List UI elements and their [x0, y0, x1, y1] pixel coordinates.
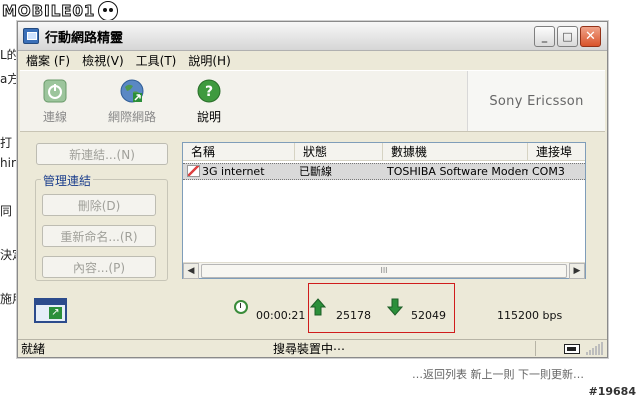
menu-file[interactable]: 檔案 (F) [20, 52, 76, 69]
group-title: 管理連結 [41, 172, 94, 189]
bg-text-fragment: 打 [0, 136, 13, 150]
row-name: 3G internet [202, 165, 265, 178]
globe-icon [120, 79, 144, 103]
delete-button[interactable]: 刪除(D) [42, 194, 156, 216]
bg-bottom-links: …返回列表 新上一則 下一則更新… [412, 368, 584, 381]
column-port[interactable]: 連接埠 [528, 143, 585, 160]
post-id: #19684 [588, 385, 637, 398]
status-ready: 就緒 [21, 342, 46, 356]
bg-text-fragment: 同 [0, 204, 13, 218]
app-window: 行動網路精靈 _ □ ✕ 檔案 (F) 檢視(V) 工具(T) 說明(H) 連線 [17, 21, 608, 358]
elapsed-time: 00:00:21 [256, 309, 306, 322]
scroll-right-icon[interactable]: ▶ [569, 262, 585, 279]
scroll-left-icon[interactable]: ◀ [183, 262, 199, 279]
power-icon [43, 79, 67, 103]
list-header: 名稱 狀態 數據機 連接埠 [183, 143, 585, 161]
logo-face-icon [98, 1, 119, 21]
minimize-button[interactable]: _ [534, 25, 555, 47]
brand-logo: Sony Ericsson [467, 71, 605, 131]
row-name-cell: 3G internet [183, 164, 295, 179]
window-title: 行動網路精靈 [45, 30, 124, 46]
manage-connections-group: 管理連結 刪除(D) 重新命名...(R) 內容...(P) [35, 172, 168, 281]
clock-icon [234, 300, 248, 314]
menu-help[interactable]: 說明(H) [182, 52, 236, 69]
connect-button[interactable]: 連線 [26, 71, 84, 125]
maximize-button[interactable]: □ [557, 25, 578, 47]
menu-bar: 檔案 (F) 檢視(V) 工具(T) 說明(H) [18, 51, 607, 70]
status-indicators [539, 342, 607, 355]
table-row[interactable]: 3G internet 已斷線 TOSHIBA Software Modem C… [183, 163, 585, 180]
scroll-grip: III [380, 266, 388, 275]
app-icon [23, 28, 39, 44]
status-bar: 就緒 搜尋裝置中⋯ [18, 339, 607, 357]
svg-text:?: ? [205, 84, 213, 100]
row-port: COM3 [532, 165, 565, 178]
signal-strength-icon [586, 342, 603, 355]
bg-text-fragment: L的 [0, 48, 19, 62]
disconnected-icon [187, 165, 200, 177]
toolbar: 連線 網際網路 ? 說明 Sony Ericsson [20, 70, 605, 132]
column-name[interactable]: 名稱 [183, 143, 295, 160]
status-divider [535, 341, 536, 356]
properties-button[interactable]: 內容...(P) [42, 256, 156, 278]
new-connection-button[interactable]: 新連結...(N) [36, 143, 168, 165]
rename-button[interactable]: 重新命名...(R) [42, 225, 156, 247]
help-button[interactable]: ? 說明 [180, 71, 238, 125]
internet-button[interactable]: 網際網路 [90, 71, 174, 125]
scroll-track[interactable]: III [199, 263, 569, 278]
scroll-thumb[interactable]: III [201, 263, 567, 278]
close-button[interactable]: ✕ [580, 25, 601, 47]
bg-text-fragment: hir [0, 156, 16, 170]
help-label: 說明 [196, 110, 221, 124]
row-status: 已斷線 [299, 165, 332, 178]
battery-icon [564, 343, 580, 354]
connect-label: 連線 [42, 110, 67, 124]
site-logo: MOBILE01 [1, 1, 126, 21]
horizontal-scrollbar[interactable]: ◀ III ▶ [183, 262, 585, 279]
internet-label: 網際網路 [107, 110, 156, 124]
column-modem[interactable]: 數據機 [383, 143, 528, 160]
site-logo-text: MOBILE01 [1, 2, 96, 21]
menu-tools[interactable]: 工具(T) [130, 52, 183, 69]
row-modem: TOSHIBA Software Modem [387, 165, 528, 178]
column-status[interactable]: 狀態 [295, 143, 383, 160]
highlight-box [308, 283, 455, 333]
title-bar[interactable]: 行動網路精靈 _ □ ✕ [18, 22, 607, 51]
connection-speed: 115200 bps [497, 309, 563, 322]
help-icon: ? [197, 79, 221, 103]
connections-list: 名稱 狀態 數據機 連接埠 3G internet 已斷線 TOSHIBA So… [182, 142, 586, 279]
status-searching: 搜尋裝置中⋯ [273, 342, 346, 356]
menu-view[interactable]: 檢視(V) [76, 52, 130, 69]
